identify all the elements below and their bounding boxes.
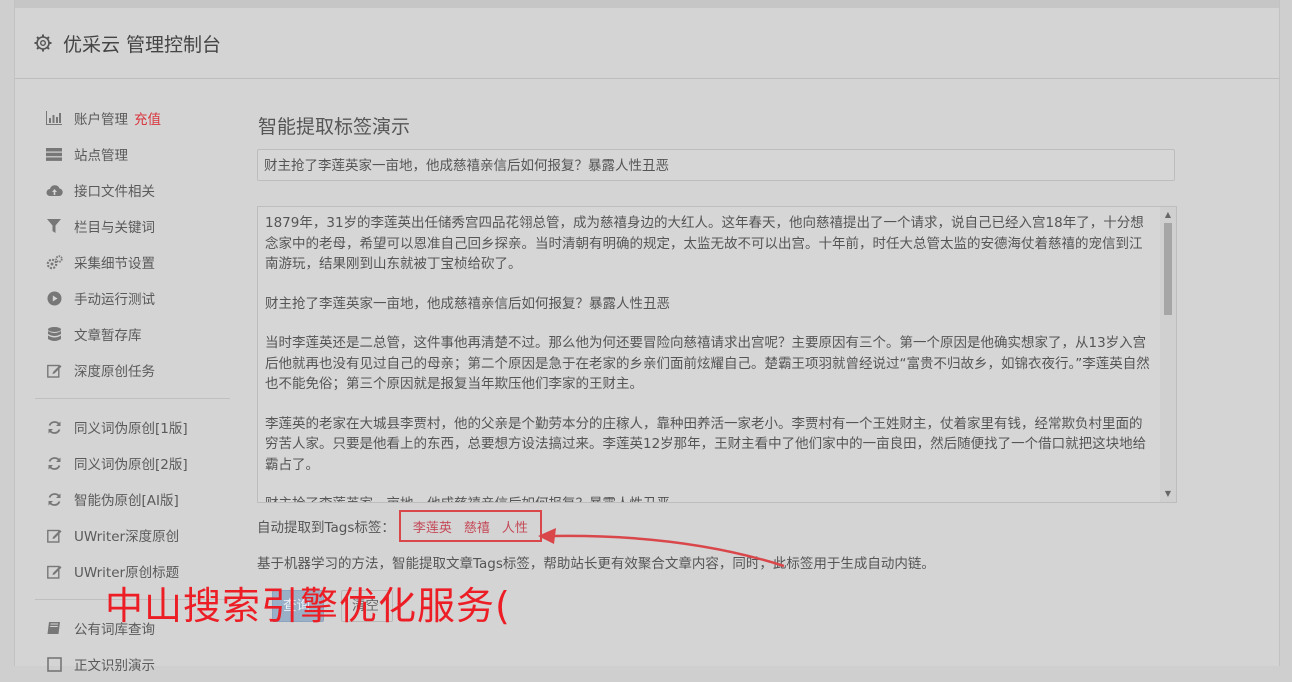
sidebar-item-label: 文章暂存库 bbox=[74, 328, 142, 344]
edit-icon bbox=[45, 527, 63, 543]
tags-row: 自动提取到Tags标签： 李莲英 慈禧 人性 bbox=[257, 510, 542, 542]
sidebar-item-deep-original[interactable]: 深度原创任务 bbox=[35, 352, 230, 388]
play-circle-icon bbox=[45, 290, 63, 306]
annotation-arrow-icon bbox=[538, 528, 785, 568]
sidebar-divider bbox=[35, 398, 230, 399]
server-icon bbox=[45, 146, 63, 162]
edit-icon bbox=[45, 563, 63, 579]
scrollbar-thumb[interactable] bbox=[1164, 223, 1172, 315]
sidebar-item-label: 账户管理 bbox=[74, 112, 128, 128]
recharge-link[interactable]: 充值 bbox=[134, 108, 161, 128]
tag-item[interactable]: 人性 bbox=[502, 517, 528, 536]
scroll-up-icon[interactable]: ▲ bbox=[1160, 208, 1176, 222]
refresh-icon bbox=[45, 419, 63, 435]
tag-item[interactable]: 李莲英 bbox=[413, 517, 452, 536]
refresh-icon bbox=[45, 491, 63, 507]
sidebar-item-account[interactable]: 账户管理 充值 bbox=[35, 100, 230, 136]
header: 优采云 管理控制台 bbox=[15, 8, 1279, 79]
content-paragraph: 1879年，31岁的李莲英出任储秀宫四品花翎总管，成为慈禧身边的大红人。这年春天… bbox=[265, 215, 1144, 272]
article-content-text: 1879年，31岁的李莲英出任储秀宫四品花翎总管，成为慈禧身边的大红人。这年春天… bbox=[265, 213, 1153, 502]
cogs-icon bbox=[45, 254, 63, 270]
database-icon bbox=[45, 326, 63, 342]
gear-icon bbox=[34, 34, 52, 52]
page-title: 优采云 管理控制台 bbox=[63, 33, 222, 56]
sidebar-item-synonym-v2[interactable]: 同义词伪原创[2版] bbox=[35, 445, 230, 481]
watermark-overlay-text: 中山搜索引擎优化服务( bbox=[105, 584, 511, 628]
content-paragraph: 财主抢了李莲英家一亩地，他成慈禧亲信后如何报复？暴露人性丑恶 bbox=[265, 494, 1153, 502]
sidebar-item-label: 智能伪原创[AI版] bbox=[74, 493, 179, 509]
section-title: 智能提取标签演示 bbox=[258, 116, 411, 138]
sidebar-item-label: UWriter深度原创 bbox=[74, 529, 180, 545]
sidebar-item-uwriter-deep[interactable]: UWriter深度原创 bbox=[35, 517, 230, 553]
sidebar-item-ai-original[interactable]: 智能伪原创[AI版] bbox=[35, 481, 230, 517]
sidebar-item-sites[interactable]: 站点管理 bbox=[35, 136, 230, 172]
sidebar-item-label: 同义词伪原创[2版] bbox=[74, 457, 188, 473]
sidebar-item-columns[interactable]: 栏目与关键词 bbox=[35, 208, 230, 244]
sidebar-item-manual-run[interactable]: 手动运行测试 bbox=[35, 280, 230, 316]
scroll-down-icon[interactable]: ▼ bbox=[1160, 487, 1176, 501]
square-icon bbox=[45, 656, 63, 672]
article-content-textarea[interactable]: 1879年，31岁的李莲英出任储秀宫四品花翎总管，成为慈禧身边的大红人。这年春天… bbox=[257, 206, 1177, 503]
sidebar-item-label: 同义词伪原创[1版] bbox=[74, 421, 188, 437]
sidebar-item-label: 深度原创任务 bbox=[74, 364, 155, 380]
sidebar-item-label: 栏目与关键词 bbox=[74, 220, 155, 236]
tags-label: 自动提取到Tags标签： bbox=[257, 520, 395, 536]
content-paragraph: 当时李莲英还是二总管，这件事他再清楚不过。那么他为何还要冒险向慈禧请求出宫呢？主… bbox=[265, 335, 1150, 392]
main-panel: 智能提取标签演示 财主抢了李莲英家一亩地，他成慈禧亲信后如何报复？暴露人性丑恶 … bbox=[257, 100, 1177, 622]
top-strip bbox=[15, 0, 1279, 8]
sidebar-item-article-store[interactable]: 文章暂存库 bbox=[35, 316, 230, 352]
content-paragraph: 财主抢了李莲英家一亩地，他成慈禧亲信后如何报复？暴露人性丑恶 bbox=[265, 295, 670, 312]
cloud-upload-icon bbox=[45, 182, 63, 198]
sidebar-item-label: 站点管理 bbox=[74, 148, 128, 164]
sidebar-item-label: 手动运行测试 bbox=[74, 292, 155, 308]
sidebar-item-label: 采集细节设置 bbox=[74, 256, 155, 272]
sidebar-item-text-recognition[interactable]: 正文识别演示 bbox=[35, 646, 230, 682]
edit-icon bbox=[45, 362, 63, 378]
sidebar-item-synonym-v1[interactable]: 同义词伪原创[1版] bbox=[35, 409, 230, 445]
vertical-scrollbar[interactable]: ▲ ▼ bbox=[1160, 207, 1176, 502]
sidebar-item-interface[interactable]: 接口文件相关 bbox=[35, 172, 230, 208]
content-paragraph: 李莲英的老家在大城县李贾村，他的父亲是个勤劳本分的庄稼人，靠种田养活一家老小。李… bbox=[265, 415, 1147, 473]
book-icon bbox=[45, 620, 63, 636]
refresh-icon bbox=[45, 455, 63, 471]
sidebar-item-label: 接口文件相关 bbox=[74, 184, 155, 200]
filter-icon bbox=[45, 218, 63, 234]
article-title-input[interactable]: 财主抢了李莲英家一亩地，他成慈禧亲信后如何报复？暴露人性丑恶 bbox=[257, 149, 1175, 181]
sidebar-item-collect-settings[interactable]: 采集细节设置 bbox=[35, 244, 230, 280]
sidebar-item-label: 正文识别演示 bbox=[74, 658, 155, 674]
tag-item[interactable]: 慈禧 bbox=[464, 517, 490, 536]
tags-highlight-box: 李莲英 慈禧 人性 bbox=[398, 510, 542, 542]
bar-chart-icon bbox=[45, 110, 63, 126]
